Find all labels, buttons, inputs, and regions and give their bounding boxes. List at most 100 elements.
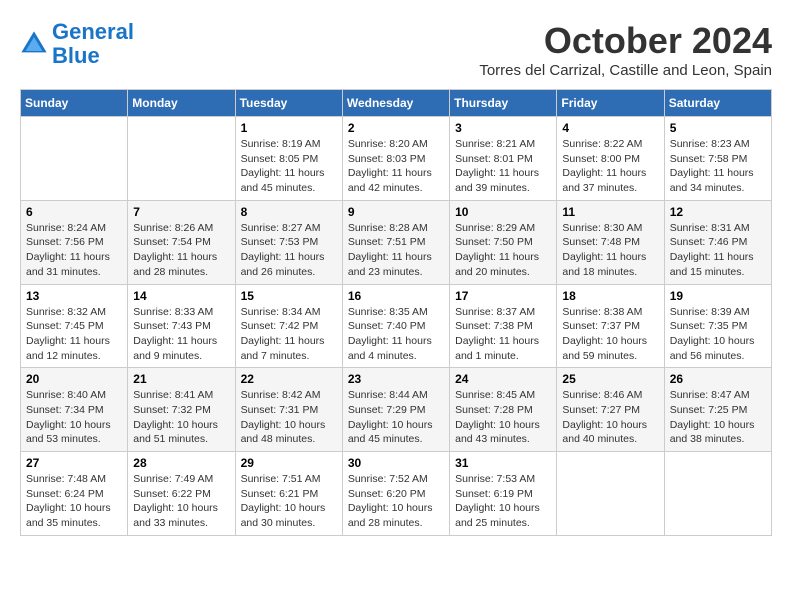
day-number: 11 bbox=[562, 205, 658, 219]
calendar-cell: 30Sunrise: 7:52 AM Sunset: 6:20 PM Dayli… bbox=[342, 452, 449, 536]
day-number: 12 bbox=[670, 205, 766, 219]
calendar-cell: 7Sunrise: 8:26 AM Sunset: 7:54 PM Daylig… bbox=[128, 200, 235, 284]
day-number: 2 bbox=[348, 121, 444, 135]
weekday-header: Sunday bbox=[21, 90, 128, 117]
day-number: 19 bbox=[670, 289, 766, 303]
day-info: Sunrise: 8:45 AM Sunset: 7:28 PM Dayligh… bbox=[455, 388, 551, 447]
calendar-cell: 21Sunrise: 8:41 AM Sunset: 7:32 PM Dayli… bbox=[128, 368, 235, 452]
day-info: Sunrise: 8:40 AM Sunset: 7:34 PM Dayligh… bbox=[26, 388, 122, 447]
day-number: 17 bbox=[455, 289, 551, 303]
day-info: Sunrise: 8:33 AM Sunset: 7:43 PM Dayligh… bbox=[133, 305, 229, 364]
location-title: Torres del Carrizal, Castille and Leon, … bbox=[479, 62, 772, 79]
day-number: 27 bbox=[26, 456, 122, 470]
calendar-cell: 6Sunrise: 8:24 AM Sunset: 7:56 PM Daylig… bbox=[21, 200, 128, 284]
day-number: 22 bbox=[241, 372, 337, 386]
day-info: Sunrise: 8:44 AM Sunset: 7:29 PM Dayligh… bbox=[348, 388, 444, 447]
calendar-week-row: 27 Sunrise: 7:48 AM Sunset: 6:24 PM Dayli… bbox=[21, 452, 772, 536]
page-header: General Blue October 2024 Torres del Car… bbox=[20, 20, 772, 79]
day-info: Sunrise: 8:31 AM Sunset: 7:46 PM Dayligh… bbox=[670, 221, 766, 280]
calendar-header-row: SundayMondayTuesdayWednesdayThursdayFrid… bbox=[21, 90, 772, 117]
day-number: 29 bbox=[241, 456, 337, 470]
weekday-header: Monday bbox=[128, 90, 235, 117]
day-info: Sunrise: 7:49 AM Sunset: 6:22 PM Dayligh… bbox=[133, 472, 229, 531]
day-info: Sunrise: 8:21 AM Sunset: 8:01 PM Dayligh… bbox=[455, 137, 551, 196]
calendar-cell: 10 Sunrise: 8:29 AM Sunset: 7:50 PM Dayli… bbox=[450, 200, 557, 284]
logo-icon bbox=[20, 30, 48, 58]
day-info: Sunrise: 8:22 AM Sunset: 8:00 PM Dayligh… bbox=[562, 137, 658, 196]
calendar-cell: 4Sunrise: 8:22 AM Sunset: 8:00 PM Daylig… bbox=[557, 117, 664, 201]
weekday-header: Thursday bbox=[450, 90, 557, 117]
calendar-cell: 28 Sunrise: 7:49 AM Sunset: 6:22 PM Dayli… bbox=[128, 452, 235, 536]
day-number: 28 bbox=[133, 456, 229, 470]
calendar-week-row: 20Sunrise: 8:40 AM Sunset: 7:34 PM Dayli… bbox=[21, 368, 772, 452]
logo: General Blue bbox=[20, 20, 134, 68]
day-info: Sunrise: 7:53 AM Sunset: 6:19 PM Dayligh… bbox=[455, 472, 551, 531]
calendar-cell: 13 Sunrise: 8:32 AM Sunset: 7:45 PM Dayli… bbox=[21, 284, 128, 368]
day-info: Sunrise: 8:26 AM Sunset: 7:54 PM Dayligh… bbox=[133, 221, 229, 280]
day-info: Sunrise: 7:48 AM Sunset: 6:24 PM Dayligh… bbox=[26, 472, 122, 531]
calendar-cell: 19 Sunrise: 8:39 AM Sunset: 7:35 PM Dayli… bbox=[664, 284, 771, 368]
calendar-cell: 23Sunrise: 8:44 AM Sunset: 7:29 PM Dayli… bbox=[342, 368, 449, 452]
day-info: Sunrise: 8:30 AM Sunset: 7:48 PM Dayligh… bbox=[562, 221, 658, 280]
day-number: 8 bbox=[241, 205, 337, 219]
day-info: Sunrise: 8:46 AM Sunset: 7:27 PM Dayligh… bbox=[562, 388, 658, 447]
calendar-cell: 22 Sunrise: 8:42 AM Sunset: 7:31 PM Dayli… bbox=[235, 368, 342, 452]
weekday-header: Friday bbox=[557, 90, 664, 117]
day-number: 16 bbox=[348, 289, 444, 303]
calendar-cell: 29 Sunrise: 7:51 AM Sunset: 6:21 PM Dayli… bbox=[235, 452, 342, 536]
calendar-cell: 14 Sunrise: 8:33 AM Sunset: 7:43 PM Dayli… bbox=[128, 284, 235, 368]
day-number: 13 bbox=[26, 289, 122, 303]
day-info: Sunrise: 8:20 AM Sunset: 8:03 PM Dayligh… bbox=[348, 137, 444, 196]
logo-text: General Blue bbox=[52, 20, 134, 68]
calendar-cell: 26 Sunrise: 8:47 AM Sunset: 7:25 PM Dayli… bbox=[664, 368, 771, 452]
day-number: 9 bbox=[348, 205, 444, 219]
weekday-header: Wednesday bbox=[342, 90, 449, 117]
calendar-table: SundayMondayTuesdayWednesdayThursdayFrid… bbox=[20, 89, 772, 536]
calendar-cell: 15 Sunrise: 8:34 AM Sunset: 7:42 PM Dayli… bbox=[235, 284, 342, 368]
day-info: Sunrise: 8:38 AM Sunset: 7:37 PM Dayligh… bbox=[562, 305, 658, 364]
day-number: 21 bbox=[133, 372, 229, 386]
day-info: Sunrise: 8:42 AM Sunset: 7:31 PM Dayligh… bbox=[241, 388, 337, 447]
day-number: 1 bbox=[241, 121, 337, 135]
day-info: Sunrise: 8:34 AM Sunset: 7:42 PM Dayligh… bbox=[241, 305, 337, 364]
calendar-cell: 25 Sunrise: 8:46 AM Sunset: 7:27 PM Dayli… bbox=[557, 368, 664, 452]
day-number: 15 bbox=[241, 289, 337, 303]
calendar-cell: 1 Sunrise: 8:19 AM Sunset: 8:05 PM Daylig… bbox=[235, 117, 342, 201]
calendar-week-row: 6Sunrise: 8:24 AM Sunset: 7:56 PM Daylig… bbox=[21, 200, 772, 284]
day-info: Sunrise: 8:23 AM Sunset: 7:58 PM Dayligh… bbox=[670, 137, 766, 196]
day-info: Sunrise: 8:27 AM Sunset: 7:53 PM Dayligh… bbox=[241, 221, 337, 280]
day-info: Sunrise: 8:35 AM Sunset: 7:40 PM Dayligh… bbox=[348, 305, 444, 364]
calendar-cell bbox=[128, 117, 235, 201]
day-info: Sunrise: 7:51 AM Sunset: 6:21 PM Dayligh… bbox=[241, 472, 337, 531]
calendar-cell: 18 Sunrise: 8:38 AM Sunset: 7:37 PM Dayli… bbox=[557, 284, 664, 368]
weekday-header: Tuesday bbox=[235, 90, 342, 117]
day-number: 26 bbox=[670, 372, 766, 386]
calendar-week-row: 13 Sunrise: 8:32 AM Sunset: 7:45 PM Dayli… bbox=[21, 284, 772, 368]
calendar-cell bbox=[21, 117, 128, 201]
day-info: Sunrise: 8:29 AM Sunset: 7:50 PM Dayligh… bbox=[455, 221, 551, 280]
month-title: October 2024 bbox=[479, 20, 772, 62]
calendar-cell: 11 Sunrise: 8:30 AM Sunset: 7:48 PM Dayli… bbox=[557, 200, 664, 284]
calendar-cell: 3Sunrise: 8:21 AM Sunset: 8:01 PM Daylig… bbox=[450, 117, 557, 201]
weekday-header: Saturday bbox=[664, 90, 771, 117]
logo-line2: Blue bbox=[52, 43, 100, 68]
day-info: Sunrise: 8:19 AM Sunset: 8:05 PM Dayligh… bbox=[241, 137, 337, 196]
day-number: 10 bbox=[455, 205, 551, 219]
day-info: Sunrise: 8:47 AM Sunset: 7:25 PM Dayligh… bbox=[670, 388, 766, 447]
day-number: 18 bbox=[562, 289, 658, 303]
title-area: October 2024 Torres del Carrizal, Castil… bbox=[479, 20, 772, 79]
day-number: 14 bbox=[133, 289, 229, 303]
day-info: Sunrise: 8:28 AM Sunset: 7:51 PM Dayligh… bbox=[348, 221, 444, 280]
day-number: 25 bbox=[562, 372, 658, 386]
day-number: 24 bbox=[455, 372, 551, 386]
calendar-cell: 9 Sunrise: 8:28 AM Sunset: 7:51 PM Daylig… bbox=[342, 200, 449, 284]
calendar-cell: 20Sunrise: 8:40 AM Sunset: 7:34 PM Dayli… bbox=[21, 368, 128, 452]
day-number: 30 bbox=[348, 456, 444, 470]
logo-line1: General bbox=[52, 19, 134, 44]
calendar-cell: 12 Sunrise: 8:31 AM Sunset: 7:46 PM Dayli… bbox=[664, 200, 771, 284]
day-number: 31 bbox=[455, 456, 551, 470]
day-info: Sunrise: 8:39 AM Sunset: 7:35 PM Dayligh… bbox=[670, 305, 766, 364]
day-info: Sunrise: 8:32 AM Sunset: 7:45 PM Dayligh… bbox=[26, 305, 122, 364]
day-number: 5 bbox=[670, 121, 766, 135]
calendar-cell: 27 Sunrise: 7:48 AM Sunset: 6:24 PM Dayli… bbox=[21, 452, 128, 536]
